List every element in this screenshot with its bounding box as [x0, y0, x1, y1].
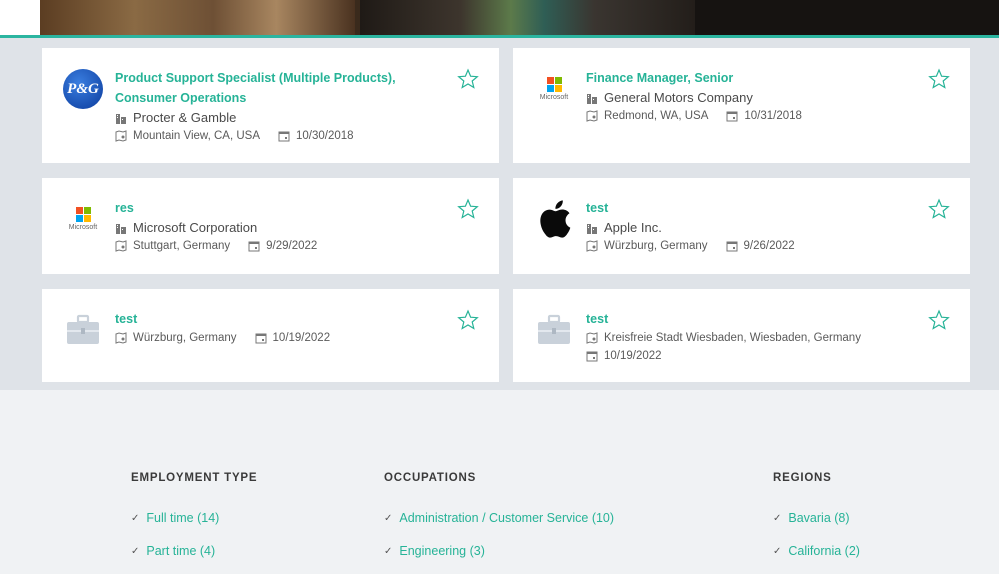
check-icon: ✓ [131, 546, 140, 557]
job-title-link[interactable]: test [586, 198, 920, 218]
favorite-star-icon[interactable] [928, 68, 950, 90]
map-pin-icon [115, 240, 127, 252]
regions-filter: REGIONS ✓ Bavaria (8) ✓ California (2) [773, 472, 860, 568]
map-pin-icon [586, 110, 598, 122]
map-pin-icon [586, 240, 598, 252]
job-date: 10/19/2022 [604, 350, 662, 362]
calendar-icon [255, 333, 267, 344]
check-icon: ✓ [773, 546, 782, 557]
job-date: 10/31/2018 [744, 110, 802, 122]
job-title-link[interactable]: test [586, 309, 920, 329]
employment-type-filter: EMPLOYMENT TYPE ✓ Full time (14) ✓ Part ti… [131, 472, 257, 568]
hero-photo-right [695, 0, 999, 38]
check-icon: ✓ [384, 513, 393, 524]
calendar-icon [248, 241, 260, 252]
filter-item-administration[interactable]: ✓ Administration / Customer Service (10) [384, 502, 614, 535]
company-logo [533, 309, 575, 351]
map-pin-icon [586, 332, 598, 344]
map-pin-icon [115, 332, 127, 344]
briefcase-icon [538, 314, 570, 344]
filter-heading: REGIONS [773, 472, 832, 484]
favorite-star-icon[interactable] [457, 68, 479, 90]
filter-item-california[interactable]: ✓ California (2) [773, 535, 860, 568]
filter-item-bavaria[interactable]: ✓ Bavaria (8) [773, 502, 860, 535]
filter-heading: OCCUPATIONS [384, 472, 477, 484]
company-logo [62, 309, 104, 351]
map-pin-icon [115, 130, 127, 142]
calendar-icon [726, 241, 738, 252]
job-card[interactable]: test Würzburg, Germany 10/19/2022 [42, 289, 499, 382]
filter-item-part-time[interactable]: ✓ Part time (4) [131, 535, 257, 568]
job-date: 9/26/2022 [743, 240, 795, 252]
check-icon: ✓ [773, 513, 782, 524]
job-location: Würzburg, Germany [133, 332, 237, 344]
building-icon [587, 223, 597, 234]
company-logo: Microsoft [533, 68, 575, 110]
job-card[interactable]: Microsoft Finance Manager, Senior Genera… [513, 48, 970, 163]
company-name: Procter & Gamble [133, 110, 237, 125]
building-icon [587, 93, 597, 104]
filter-item-full-time[interactable]: ✓ Full time (14) [131, 502, 257, 535]
job-title-link[interactable]: test [115, 309, 449, 329]
job-location: Stuttgart, Germany [133, 240, 231, 252]
job-listing-grid: P&G Product Support Specialist (Multiple… [0, 38, 999, 390]
job-date: 10/30/2018 [296, 130, 354, 142]
calendar-icon [726, 111, 738, 122]
favorite-star-icon[interactable] [928, 198, 950, 220]
company-name: General Motors Company [604, 90, 753, 105]
job-card[interactable]: P&G Product Support Specialist (Multiple… [42, 48, 499, 163]
filter-footer: EMPLOYMENT TYPE ✓ Full time (14) ✓ Part ti… [0, 390, 999, 574]
apple-logo [540, 200, 571, 238]
job-location: Würzburg, Germany [604, 240, 708, 252]
briefcase-icon [67, 314, 99, 344]
favorite-star-icon[interactable] [928, 309, 950, 331]
job-location: Mountain View, CA, USA [133, 130, 260, 142]
check-icon: ✓ [384, 546, 393, 557]
building-icon [116, 113, 126, 124]
occupations-filter: OCCUPATIONS ✓ Administration / Customer S… [384, 472, 614, 568]
pg-logo: P&G [63, 69, 103, 109]
hero-photo-left [40, 0, 355, 38]
job-date: 9/29/2022 [266, 240, 318, 252]
job-card[interactable]: test Kreisfreie Stadt Wiesbaden, Wiesbad… [513, 289, 970, 382]
calendar-icon [586, 351, 598, 362]
job-title-link[interactable]: Finance Manager, Senior [586, 68, 920, 88]
check-icon: ✓ [131, 513, 140, 524]
job-title-link[interactable]: Product Support Specialist (Multiple Pro… [115, 68, 449, 108]
favorite-star-icon[interactable] [457, 309, 479, 331]
job-card[interactable]: test Apple Inc. Würzburg, Germany 9/26/2… [513, 178, 970, 274]
company-logo: Microsoft [62, 198, 104, 240]
job-location: Redmond, WA, USA [604, 110, 709, 122]
job-card[interactable]: Microsoft res Microsoft Corporation Stut… [42, 178, 499, 274]
hero-photo-middle [360, 0, 695, 38]
company-logo: P&G [62, 68, 104, 110]
company-logo [533, 198, 575, 240]
building-icon [116, 223, 126, 234]
company-name: Microsoft Corporation [133, 220, 258, 235]
microsoft-logo: Microsoft [540, 77, 568, 101]
job-date: 10/19/2022 [272, 332, 331, 344]
company-name: Apple Inc. [604, 220, 662, 235]
microsoft-logo: Microsoft [69, 207, 97, 231]
filter-heading: EMPLOYMENT TYPE [131, 472, 258, 484]
filter-item-engineering[interactable]: ✓ Engineering (3) [384, 535, 614, 568]
hero-image-strip [0, 0, 999, 38]
calendar-icon [278, 131, 290, 142]
job-title-link[interactable]: res [115, 198, 449, 218]
job-location: Kreisfreie Stadt Wiesbaden, Wiesbaden, G… [604, 332, 861, 344]
favorite-star-icon[interactable] [457, 198, 479, 220]
